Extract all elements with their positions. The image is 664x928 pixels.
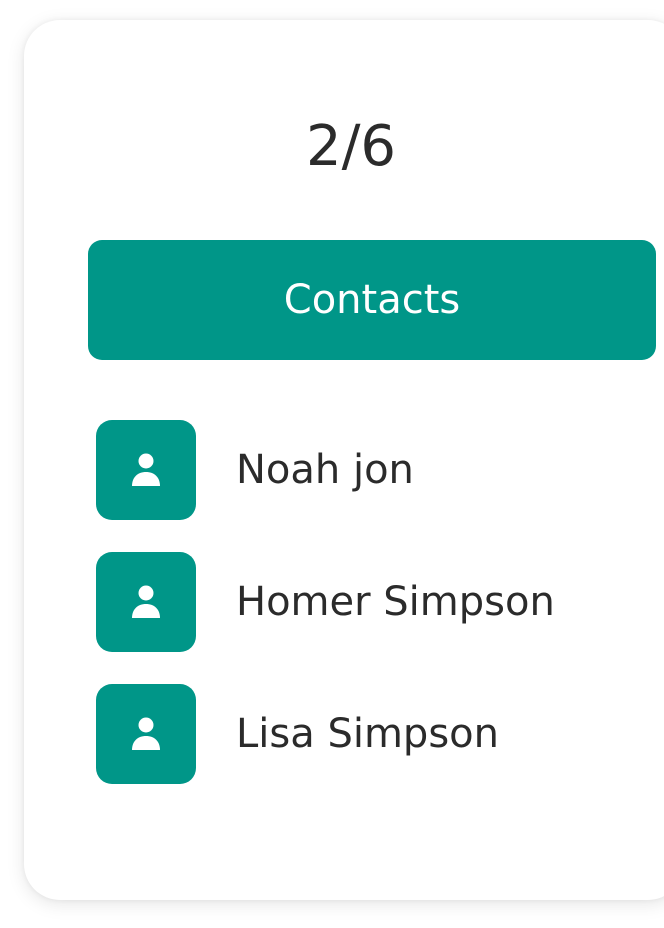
contact-name: Noah jon xyxy=(236,447,414,493)
contact-item[interactable]: Homer Simpson xyxy=(96,552,656,652)
contacts-button[interactable]: Contacts xyxy=(88,240,656,360)
avatar xyxy=(96,684,196,784)
contact-item[interactable]: Lisa Simpson xyxy=(96,684,656,784)
user-icon xyxy=(132,453,160,486)
user-icon xyxy=(132,717,160,750)
contact-list: Noah jon Homer Simpson Lisa Simpson xyxy=(96,420,656,816)
user-icon xyxy=(132,585,160,618)
page-counter: 2/6 xyxy=(305,114,397,179)
contact-item[interactable]: Noah jon xyxy=(96,420,656,520)
contact-name: Homer Simpson xyxy=(236,579,555,625)
contacts-card: 2/6 Contacts Noah jon Homer Simpson Lisa… xyxy=(24,20,664,900)
avatar xyxy=(96,420,196,520)
contact-name: Lisa Simpson xyxy=(236,711,499,757)
avatar xyxy=(96,552,196,652)
